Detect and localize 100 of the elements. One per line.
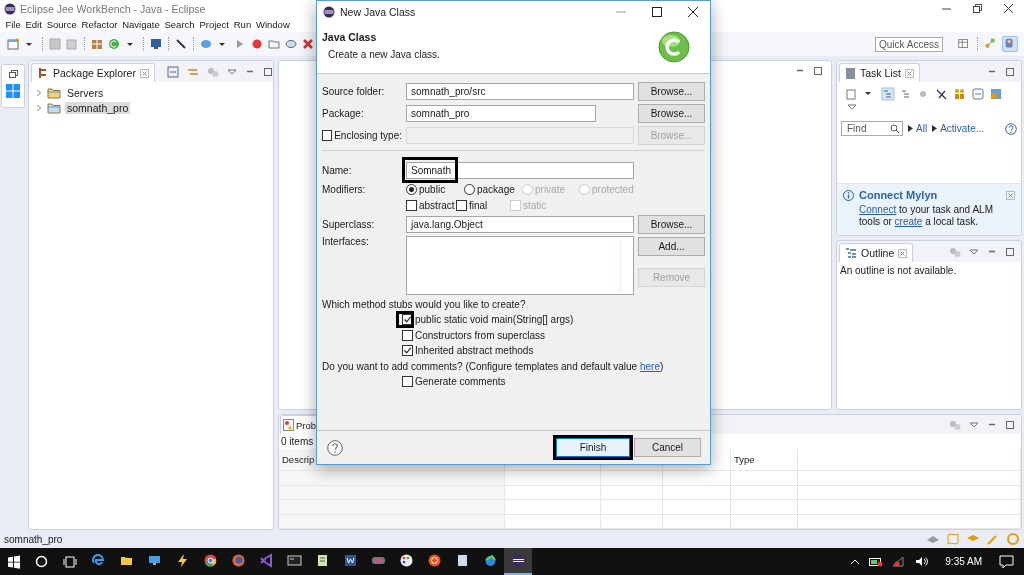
status-text: somnath_pro: [4, 533, 63, 545]
tab-title: Prob: [296, 419, 317, 431]
folder-icon: [47, 101, 61, 114]
tab-title: Package Explorer: [53, 67, 136, 79]
disabled-button: Browse...: [638, 125, 705, 145]
help-icon[interactable]: [327, 439, 343, 456]
stop-icon[interactable]: [250, 37, 264, 51]
button[interactable]: Finish: [556, 438, 630, 457]
windows-logo-icon[interactable]: [7, 554, 21, 569]
restore-icon[interactable]: [8, 70, 18, 78]
view-menu-icon[interactable]: [226, 66, 237, 77]
document-w-icon: [342, 553, 358, 568]
view-tab[interactable]: Outline: [839, 243, 914, 262]
button[interactable]: Browse...: [638, 81, 705, 101]
checkbox[interactable]: [402, 329, 413, 341]
collapse-all-icon[interactable]: [166, 65, 179, 78]
checkbox-label: static: [523, 199, 547, 211]
menu-item[interactable]: Window: [253, 19, 293, 30]
monitor-icon: [146, 553, 162, 568]
checkbox[interactable]: [402, 314, 413, 326]
button[interactable]: Add...: [638, 237, 705, 256]
wifi-icon[interactable]: [892, 556, 907, 567]
here-link[interactable]: here: [639, 360, 660, 372]
link[interactable]: Connect: [859, 204, 897, 215]
dialog-heading: Java Class: [322, 31, 378, 43]
notifications-icon[interactable]: [999, 554, 1014, 569]
speaker-icon[interactable]: [915, 556, 929, 567]
tab-title: Outline: [861, 247, 895, 259]
close-icon[interactable]: [688, 7, 698, 17]
task-view-icon[interactable]: [61, 555, 78, 568]
text-field[interactable]: java.lang.Object: [406, 215, 634, 233]
checkbox[interactable]: [402, 375, 413, 387]
windows-tile-icon[interactable]: [5, 83, 21, 99]
eclipse-logo-icon: [323, 6, 335, 18]
package-icon: [37, 67, 49, 79]
pen-icon[interactable]: [174, 37, 188, 51]
tree-item[interactable]: somnath_pro: [65, 101, 131, 114]
view-tab[interactable]: Package Explorer: [31, 63, 155, 82]
search-icon: [890, 123, 900, 134]
menu-item[interactable]: Search: [162, 19, 197, 30]
button[interactable]: Cancel: [634, 438, 701, 457]
disabled-button: Remove: [638, 268, 705, 287]
radio-button[interactable]: [464, 183, 475, 195]
collapse-icon[interactable]: [971, 87, 985, 101]
checkbox[interactable]: [456, 199, 467, 211]
problems-icon: [283, 419, 294, 431]
button[interactable]: Browse...: [638, 103, 705, 123]
triangle-icon: [908, 125, 913, 132]
terminal-icon: [286, 553, 302, 568]
menu-item[interactable]: Project: [197, 19, 232, 30]
view-tab[interactable]: Task List: [839, 63, 920, 82]
maximize-icon[interactable]: [652, 7, 662, 17]
text-field[interactable]: somnath_pro/src: [406, 82, 634, 100]
strike-icon[interactable]: [935, 87, 949, 101]
monitor-icon[interactable]: [149, 37, 163, 51]
view-menu-icon[interactable]: [969, 246, 979, 257]
battery-icon[interactable]: [869, 556, 884, 567]
menu-item[interactable]: Source: [44, 19, 80, 30]
close-icon[interactable]: [1003, 3, 1014, 14]
menu-item[interactable]: Refactor: [79, 19, 120, 30]
column-header[interactable]: Type: [731, 449, 798, 470]
radio-button[interactable]: [406, 183, 417, 195]
find-field[interactable]: Find: [841, 121, 903, 136]
field-label: Package:: [322, 107, 365, 119]
restore-icon[interactable]: [972, 3, 983, 14]
grid-icon[interactable]: [90, 37, 104, 51]
view-menu-icon[interactable]: [847, 102, 857, 112]
tab-title: Task List: [860, 67, 901, 79]
quick-access-field[interactable]: Quick Access: [874, 36, 943, 52]
button[interactable]: Browse...: [638, 214, 705, 234]
menu-item[interactable]: Navigate: [119, 19, 163, 30]
caret-up-icon[interactable]: [850, 558, 861, 565]
filter-link[interactable]: Activate...: [932, 123, 985, 134]
text-field[interactable]: Somnath: [406, 161, 634, 179]
help-icon[interactable]: [1005, 122, 1017, 135]
cross-icon[interactable]: [301, 37, 315, 51]
dialog-title: New Java Class: [340, 6, 416, 18]
folder-outline-icon[interactable]: [267, 37, 281, 51]
clock-time: 9:35 AM: [945, 556, 982, 567]
dialog-description: Create a new Java class.: [328, 49, 440, 60]
item-count: 0 items: [280, 435, 315, 449]
taskbar-app[interactable]: [504, 548, 532, 575]
menu-item[interactable]: File: [3, 19, 24, 30]
checkbox[interactable]: [406, 199, 417, 211]
checkbox-label: final: [469, 199, 488, 211]
checkbox[interactable]: [402, 345, 413, 357]
view-menu-icon[interactable]: [969, 419, 979, 430]
tree-item[interactable]: Servers: [65, 86, 106, 99]
field-label: Name:: [322, 164, 353, 176]
stubs-question: Which method stubs would you like to create?: [322, 298, 527, 312]
menu-item[interactable]: Edit: [23, 19, 45, 30]
checkbox-label: abstract: [419, 199, 455, 211]
filter-link[interactable]: All: [908, 123, 928, 134]
search-icon[interactable]: [35, 555, 48, 568]
link[interactable]: create: [894, 216, 923, 227]
checkbox-label: Inherited abstract methods: [415, 345, 534, 357]
perspective-icon[interactable]: [1002, 36, 1018, 52]
text-field[interactable]: somnath_pro: [406, 104, 596, 122]
banner-title: Connect Mylyn: [859, 189, 938, 201]
menu-item[interactable]: Run: [231, 19, 254, 30]
